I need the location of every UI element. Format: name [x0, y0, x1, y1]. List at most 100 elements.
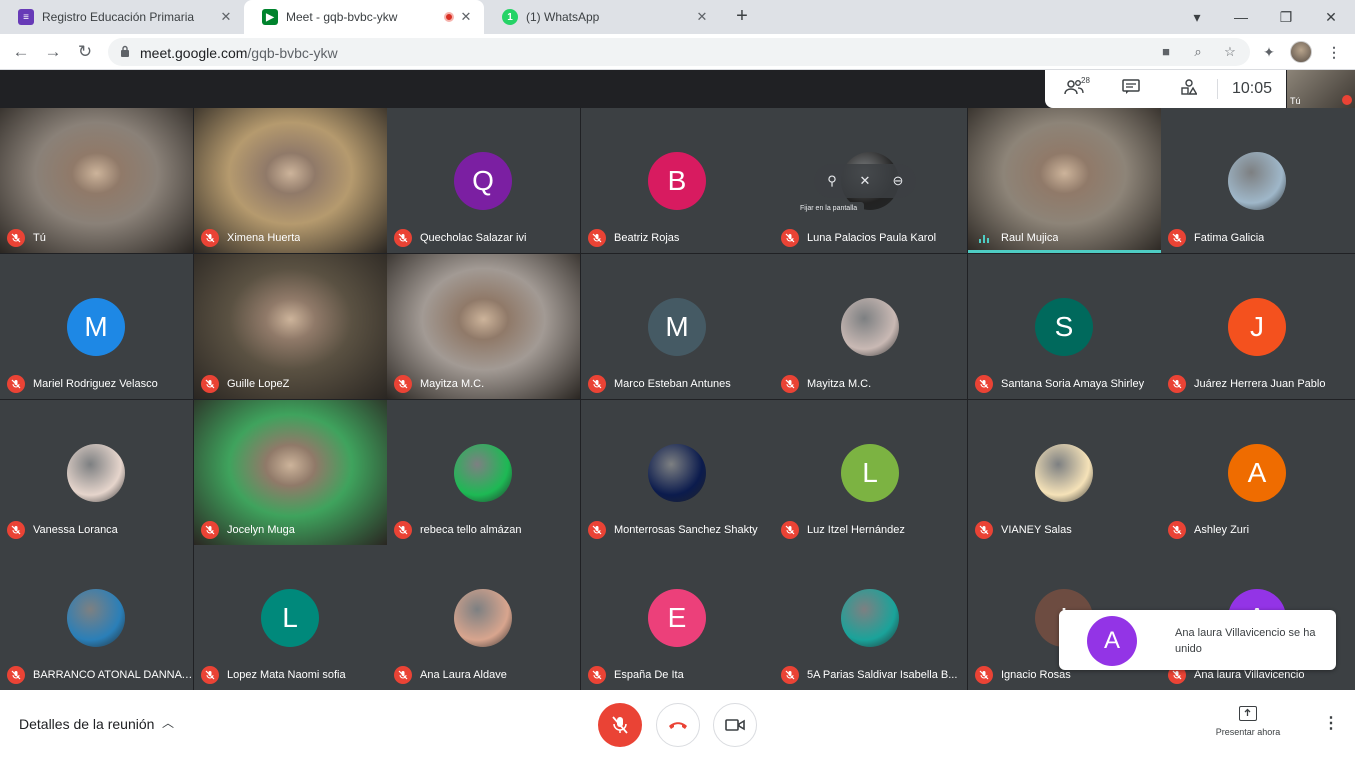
- close-window-icon[interactable]: ✕: [1318, 4, 1344, 30]
- back-icon[interactable]: ←: [8, 39, 34, 65]
- participant-name-bar: Luz Itzel Hernández: [774, 515, 967, 545]
- participant-name: Ignacio Rosas: [1001, 669, 1071, 681]
- tab-registro[interactable]: ≡ Registro Educación Primaria ✕: [0, 0, 244, 34]
- extensions-icon[interactable]: ✦: [1259, 42, 1279, 62]
- divider: [1217, 79, 1218, 99]
- meet-top-bar: 28 10:05 Tú: [0, 70, 1355, 108]
- participant-tile[interactable]: Q Quecholac Salazar ivi: [387, 108, 580, 253]
- participant-initial-avatar: M: [67, 298, 125, 356]
- mic-off-icon: [7, 375, 25, 393]
- mic-off-icon: [588, 229, 606, 247]
- bookmark-star-icon[interactable]: ☆: [1222, 44, 1238, 60]
- participant-tile[interactable]: J Juárez Herrera Juan Pablo: [1161, 254, 1355, 399]
- participant-tile[interactable]: Mayitza M.C.: [774, 254, 967, 399]
- chevron-up-icon[interactable]: ︿: [160, 715, 176, 731]
- mic-off-icon: [394, 229, 412, 247]
- camera-in-use-icon[interactable]: ■: [1158, 44, 1174, 60]
- participant-tile[interactable]: Raul Mujica: [968, 108, 1161, 253]
- restore-icon[interactable]: ❐: [1273, 4, 1299, 30]
- participant-tile[interactable]: rebeca tello almázan: [387, 400, 580, 545]
- profile-avatar[interactable]: [1290, 41, 1312, 63]
- pin-icon[interactable]: ⚲: [822, 171, 842, 191]
- browser-toolbar: ← → ↻ meet.google.com/gqb-bvbc-ykw ■ ⌕ ☆…: [0, 34, 1355, 70]
- hang-up-icon: [669, 722, 687, 729]
- reload-icon[interactable]: ↻: [72, 39, 98, 65]
- participant-tile[interactable]: Monterrosas Sanchez Shakty: [581, 400, 774, 545]
- more-options-icon[interactable]: ⋮: [1321, 714, 1341, 734]
- tab-search-icon[interactable]: ▾: [1184, 4, 1210, 30]
- participant-photo-avatar: [454, 589, 512, 647]
- participant-tile[interactable]: Guille LopeZ: [194, 254, 387, 399]
- participant-tile[interactable]: S Santana Soria Amaya Shirley: [968, 254, 1161, 399]
- leave-call-button[interactable]: [656, 703, 700, 747]
- participant-tile[interactable]: B Beatriz Rojas: [581, 108, 774, 253]
- chrome-menu-icon[interactable]: ⋮: [1324, 42, 1344, 62]
- url-path: /gqb-bvbc-ykw: [247, 45, 338, 61]
- close-tab-icon[interactable]: ✕: [218, 9, 234, 25]
- participant-tile[interactable]: Fatima Galicia: [1161, 108, 1355, 253]
- lock-icon: [121, 45, 129, 57]
- participant-tile[interactable]: A Ashley Zuri: [1161, 400, 1355, 545]
- minimize-icon[interactable]: —: [1228, 4, 1254, 30]
- participant-photo-avatar: [841, 589, 899, 647]
- participant-initial-avatar: M: [648, 298, 706, 356]
- mute-participant-icon[interactable]: ✕: [855, 171, 875, 191]
- meeting-details-button[interactable]: Detalles de la reunión: [19, 716, 154, 732]
- participant-name-bar: España De Ita: [581, 660, 774, 690]
- address-bar[interactable]: meet.google.com/gqb-bvbc-ykw ■ ⌕ ☆: [108, 38, 1250, 66]
- participant-tile[interactable]: 5A Parias Saldivar Isabella B...: [774, 545, 967, 690]
- remove-icon[interactable]: ⊖: [888, 171, 908, 191]
- participant-name: Ana Laura Aldave: [420, 669, 507, 681]
- participant-tile[interactable]: Tú: [0, 108, 193, 253]
- participant-name: Luna Palacios Paula Karol: [807, 232, 937, 244]
- new-tab-button[interactable]: +: [731, 6, 753, 28]
- participant-tile[interactable]: Ana Laura Aldave: [387, 545, 580, 690]
- participant-tile[interactable]: E España De Ita: [581, 545, 774, 690]
- participant-name: Quecholac Salazar ivi: [420, 232, 527, 244]
- mic-off-icon: [201, 229, 219, 247]
- mic-off-icon: [1342, 95, 1352, 105]
- meeting-clock: 10:05: [1232, 80, 1273, 97]
- mic-off-icon: [394, 666, 412, 684]
- tab-whatsapp[interactable]: 1 (1) WhatsApp ✕: [484, 0, 720, 34]
- participant-name: Beatriz Rojas: [614, 232, 680, 244]
- participant-name-bar: Fatima Galicia: [1161, 223, 1355, 253]
- participant-tile[interactable]: L Lopez Mata Naomi sofia: [194, 545, 387, 690]
- participant-tile[interactable]: VIANEY Salas: [968, 400, 1161, 545]
- participant-tile[interactable]: M Marco Esteban Antunes: [581, 254, 774, 399]
- mic-off-icon: [975, 521, 993, 539]
- participant-name-bar: rebeca tello almázan: [387, 515, 580, 545]
- forward-icon[interactable]: →: [40, 39, 66, 65]
- participant-name: Monterrosas Sanchez Shakty: [614, 524, 758, 536]
- participant-tile[interactable]: Jocelyn Muga: [194, 400, 387, 545]
- participant-name-bar: Mayitza M.C.: [387, 369, 580, 399]
- camera-toggle-button[interactable]: [713, 703, 757, 747]
- participant-name-bar: Luna Palacios Paula Karol: [774, 223, 967, 253]
- close-tab-icon[interactable]: ✕: [458, 9, 474, 25]
- mic-off-icon: [1168, 375, 1186, 393]
- activities-icon[interactable]: [1178, 79, 1200, 99]
- participant-tile[interactable]: Ximena Huerta: [194, 108, 387, 253]
- participant-name: Ana laura Villavicencio: [1194, 669, 1305, 681]
- participant-name-bar: VIANEY Salas: [968, 515, 1161, 545]
- tile-hover-controls: ⚲ ✕ ⊖: [814, 164, 916, 198]
- participant-tile[interactable]: BARRANCO ATONAL DANNA ...: [0, 545, 193, 690]
- zoom-icon[interactable]: ⌕: [1190, 44, 1206, 60]
- self-view-thumbnail[interactable]: Tú: [1287, 70, 1355, 108]
- participant-name: Juárez Herrera Juan Pablo: [1194, 378, 1326, 390]
- participant-tile[interactable]: M Mariel Rodriguez Velasco: [0, 254, 193, 399]
- participant-name: rebeca tello almázan: [420, 524, 522, 536]
- mic-toggle-button[interactable]: [598, 703, 642, 747]
- participant-name: Fatima Galicia: [1194, 232, 1265, 244]
- present-now-button[interactable]: Presentar ahora: [1207, 706, 1289, 737]
- participant-tile[interactable]: Mayitza M.C.: [387, 254, 580, 399]
- participant-tile[interactable]: Luna Palacios Paula Karol ⚲ ✕ ⊖ Fijar en la …: [774, 108, 967, 253]
- tab-meet[interactable]: ▶ Meet - gqb-bvbc-ykw ✕: [244, 0, 484, 34]
- mic-off-icon: [7, 229, 25, 247]
- mic-off-icon: [1168, 229, 1186, 247]
- participant-tile[interactable]: Vanessa Loranca: [0, 400, 193, 545]
- participant-name: Mayitza M.C.: [807, 378, 872, 390]
- close-tab-icon[interactable]: ✕: [694, 9, 710, 25]
- chat-icon[interactable]: [1120, 79, 1142, 99]
- participant-tile[interactable]: L Luz Itzel Hernández: [774, 400, 967, 545]
